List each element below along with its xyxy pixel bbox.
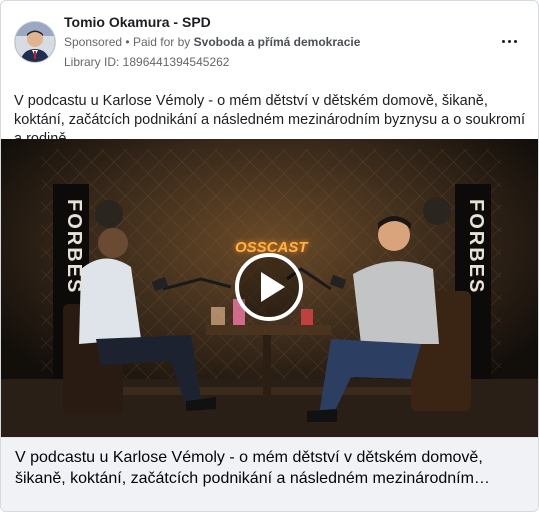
- avatar-image: [15, 22, 55, 62]
- library-id: Library ID: 1896441394545262: [64, 55, 230, 69]
- banner-left-text: FORBES: [63, 199, 85, 295]
- payer-name: Svoboda a přímá demokracie: [193, 35, 361, 49]
- meta-separator: •: [125, 35, 130, 49]
- video-caption-box[interactable]: V podcastu u Karlose Vémoly - o mém děts…: [1, 437, 538, 511]
- play-icon[interactable]: [234, 252, 304, 322]
- page-name[interactable]: Tomio Okamura - SPD: [64, 14, 211, 30]
- video-caption-text: V podcastu u Karlose Vémoly - o mém děts…: [15, 449, 490, 487]
- more-options-button[interactable]: [498, 31, 520, 51]
- video-player[interactable]: FORBES FORBES OSSCAST: [1, 139, 538, 437]
- page-avatar[interactable]: [15, 22, 55, 62]
- sponsored-label[interactable]: Sponsored: [64, 35, 122, 49]
- ad-card: Tomio Okamura - SPD Sponsored • Paid for…: [0, 0, 539, 512]
- more-horizontal-icon: [501, 39, 517, 43]
- paid-for-prefix: Paid for by: [132, 35, 191, 49]
- banner-right-text: FORBES: [465, 199, 487, 295]
- sponsored-meta: Sponsored • Paid for by Svoboda a přímá …: [64, 35, 360, 49]
